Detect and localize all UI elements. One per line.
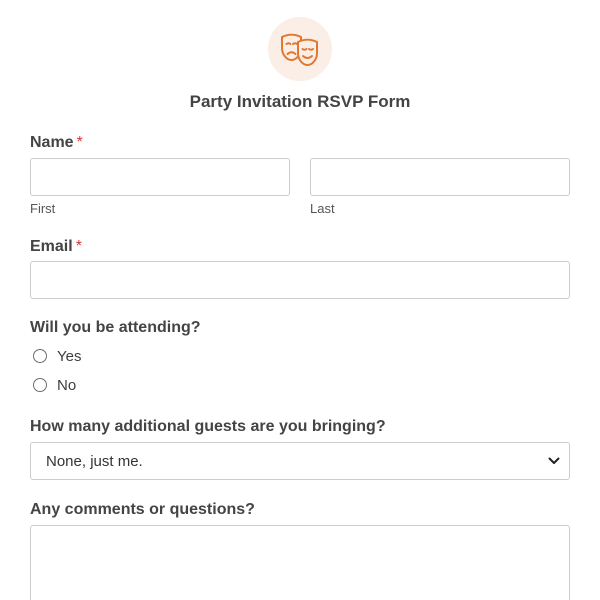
attending-option-yes[interactable]: Yes — [33, 346, 81, 366]
name-label-text: Name — [30, 134, 74, 151]
radio-label: Yes — [57, 347, 82, 365]
name-label: Name * — [30, 134, 83, 152]
first-name-input[interactable] — [30, 158, 290, 196]
last-name-input[interactable] — [310, 158, 570, 196]
required-mark: * — [75, 238, 82, 255]
attending-label: Will you be attending? — [30, 319, 201, 336]
guests-select[interactable]: None, just me. — [30, 442, 570, 480]
first-name-sublabel: First — [30, 201, 56, 216]
comments-textarea[interactable] — [30, 525, 570, 600]
guests-label: How many additional guests are you bring… — [30, 418, 386, 435]
radio-button[interactable] — [33, 378, 47, 392]
radio-label: No — [57, 376, 77, 394]
last-name-sublabel: Last — [310, 201, 335, 216]
email-label-text: Email — [30, 238, 73, 255]
chevron-down-icon[interactable] — [539, 457, 569, 465]
guests-select-value: None, just me. — [46, 452, 143, 470]
email-label: Email * — [30, 238, 82, 256]
form-title: Party Invitation RSVP Form — [189, 92, 411, 111]
comments-label: Any comments or questions? — [30, 501, 255, 518]
radio-button[interactable] — [33, 349, 47, 363]
form-logo — [268, 17, 332, 81]
required-mark: * — [76, 134, 83, 151]
attending-option-no[interactable]: No — [33, 375, 76, 395]
theater-masks-icon — [281, 33, 318, 66]
email-input[interactable] — [30, 261, 570, 299]
